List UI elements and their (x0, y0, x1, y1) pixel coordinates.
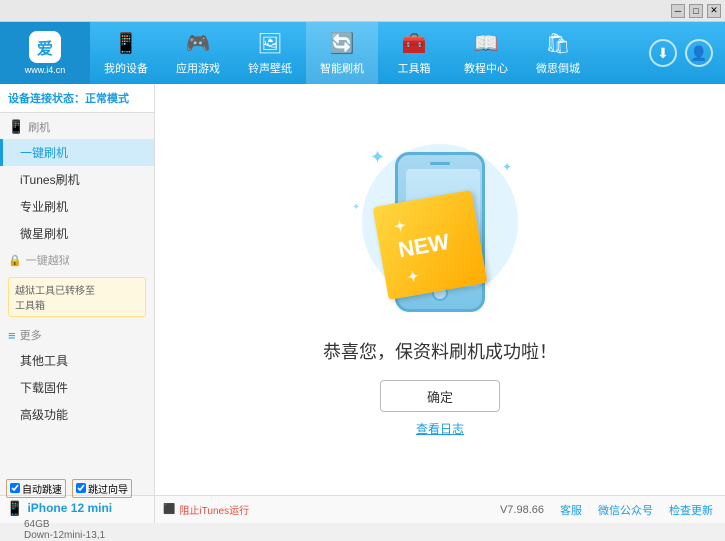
sidebar-item-weixing-flash[interactable]: 微星刷机 (0, 220, 154, 247)
sidebar-jailbreak-title: 🔒 一键越狱 (0, 247, 154, 273)
device-storage: 64GB (24, 519, 148, 530)
lock-icon: 🔒 (8, 254, 22, 267)
sidebar-item-download-firmware[interactable]: 下载固件 (0, 374, 154, 401)
daily-log-link[interactable]: 查看日志 (416, 420, 464, 437)
success-message: 恭喜您，保资料刷机成功啦！ (323, 338, 557, 364)
new-ribbon: NEW (373, 190, 488, 300)
sidebar-item-pro-flash[interactable]: 专业刷机 (0, 193, 154, 220)
device-system: Down-12mini-13,1 (24, 530, 148, 541)
sparkle-2: ✦ (502, 160, 512, 174)
sparkle-3: ✦ (352, 202, 360, 213)
device-icon: 📱 (6, 500, 23, 517)
flash-group-icon: 📱 (8, 119, 24, 135)
flash-group-label: 刷机 (28, 119, 50, 135)
sidebar: 设备连接状态：正常模式 📱 刷机 一键刷机 iTunes刷机 专业刷机 微星刷机… (0, 84, 155, 495)
sparkle-1: ✦ (370, 147, 385, 168)
bottom-bar: 自动跳速 跳过向导 📱 iPhone 12 mini 64GB Down-12m… (0, 495, 725, 523)
smart-flash-icon: 🔄 (330, 31, 355, 56)
more-group-icon: ≡ (8, 328, 16, 343)
more-group-label: 更多 (20, 327, 42, 343)
logo-url: www.i4.cn (25, 65, 66, 75)
itunes-status: ⬛ 阻止iTunes运行 (155, 502, 257, 517)
nav-wallpaper-label: 铃声壁纸 (248, 60, 292, 76)
my-device-icon: 📱 (114, 31, 139, 56)
status-label: 设备连接状态： (8, 93, 85, 105)
device-sub-info: 64GB Down-12mini-13,1 (6, 519, 148, 541)
skip-wizard-checkbox[interactable]: 跳过向导 (72, 479, 132, 498)
device-name-row: 📱 iPhone 12 mini (6, 500, 148, 517)
wallpaper-icon: 🖼 (257, 31, 282, 56)
title-bar: ─ □ ✕ (0, 0, 725, 22)
skip-wizard-input[interactable] (76, 483, 86, 493)
stop-icon: ⬛ (163, 504, 175, 515)
wechat-link[interactable]: 微信公众号 (598, 502, 653, 518)
checkbox-area: 自动跳速 跳过向导 (6, 479, 148, 498)
minimize-button[interactable]: ─ (671, 4, 685, 18)
sidebar-item-itunes-flash[interactable]: iTunes刷机 (0, 166, 154, 193)
main-area: 设备连接状态：正常模式 📱 刷机 一键刷机 iTunes刷机 专业刷机 微星刷机… (0, 84, 725, 495)
nav-apps-games[interactable]: 🎮 应用游戏 (162, 22, 234, 84)
nav-tutorials-label: 教程中心 (464, 60, 508, 76)
toolbox-icon: 🧰 (402, 31, 427, 56)
nav-smart-flash[interactable]: 🔄 智能刷机 (306, 22, 378, 84)
version-label: V7.98.66 (500, 504, 544, 516)
nav-smart-flash-label: 智能刷机 (320, 60, 364, 76)
sidebar-group-flash[interactable]: 📱 刷机 (0, 113, 154, 139)
content-area: ✦ ✦ ✦ NEW 恭喜您，保资料刷机成功啦！ 确定 查看日志 (155, 84, 725, 495)
auto-skip-checkbox[interactable]: 自动跳速 (6, 479, 66, 498)
close-button[interactable]: ✕ (707, 4, 721, 18)
sidebar-item-onekey-flash[interactable]: 一键刷机 (0, 139, 154, 166)
jailbreak-label: 一键越狱 (26, 252, 70, 268)
nav-mall[interactable]: 🛍 微思倒城 (522, 22, 594, 84)
success-illustration: ✦ ✦ ✦ NEW (340, 142, 540, 322)
logo-icon: 爱 (29, 31, 61, 63)
logo[interactable]: 爱 www.i4.cn (0, 22, 90, 84)
nav-apps-games-label: 应用游戏 (176, 60, 220, 76)
bottom-right: V7.98.66 客服 微信公众号 检查更新 (257, 502, 725, 518)
nav-my-device-label: 我的设备 (104, 60, 148, 76)
mall-icon: 🛍 (545, 31, 570, 56)
nav-toolbox[interactable]: 🧰 工具箱 (378, 22, 450, 84)
bottom-device-section: 自动跳速 跳过向导 📱 iPhone 12 mini 64GB Down-12m… (0, 496, 155, 523)
check-update-link[interactable]: 检查更新 (669, 502, 713, 518)
itunes-label: 阻止iTunes运行 (179, 502, 249, 517)
bottom-device-name: iPhone 12 mini (27, 501, 112, 515)
download-button[interactable]: ⬇ (649, 39, 677, 67)
tutorials-icon: 📖 (474, 31, 499, 56)
status-bar: 设备连接状态：正常模式 (0, 84, 154, 113)
window-controls[interactable]: ─ □ ✕ (671, 4, 721, 18)
nav-toolbox-label: 工具箱 (398, 60, 431, 76)
jailbreak-warning: 越狱工具已转移至工具箱 (8, 277, 146, 317)
confirm-button[interactable]: 确定 (380, 380, 500, 412)
user-button[interactable]: 👤 (685, 39, 713, 67)
nav-wallpaper[interactable]: 🖼 铃声壁纸 (234, 22, 306, 84)
nav-items: 📱 我的设备 🎮 应用游戏 🖼 铃声壁纸 🔄 智能刷机 🧰 工具箱 📖 教程中心… (90, 22, 649, 84)
header: 爱 www.i4.cn 📱 我的设备 🎮 应用游戏 🖼 铃声壁纸 🔄 智能刷机 … (0, 22, 725, 84)
maximize-button[interactable]: □ (689, 4, 703, 18)
customer-service-link[interactable]: 客服 (560, 502, 582, 518)
apps-games-icon: 🎮 (186, 31, 211, 56)
sidebar-group-more[interactable]: ≡ 更多 (0, 321, 154, 347)
nav-mall-label: 微思倒城 (536, 60, 580, 76)
status-value: 正常模式 (85, 93, 129, 105)
nav-right: ⬇ 👤 (649, 39, 713, 67)
sidebar-item-other-tools[interactable]: 其他工具 (0, 347, 154, 374)
sidebar-item-advanced[interactable]: 高级功能 (0, 401, 154, 428)
phone-speaker (430, 162, 450, 165)
auto-skip-input[interactable] (10, 483, 20, 493)
nav-tutorials[interactable]: 📖 教程中心 (450, 22, 522, 84)
nav-my-device[interactable]: 📱 我的设备 (90, 22, 162, 84)
